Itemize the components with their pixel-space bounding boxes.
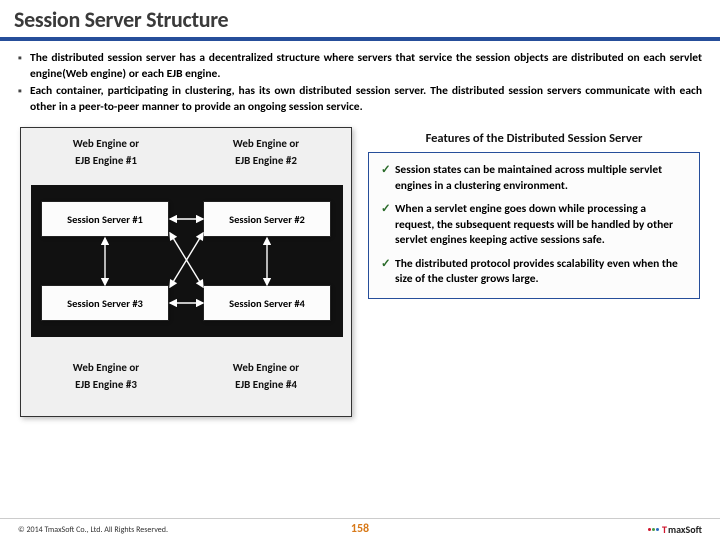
- feature-2-text: When a servlet engine goes down while pr…: [395, 202, 687, 249]
- page-title: Session Server Structure: [14, 6, 706, 33]
- check-icon: ✓: [381, 202, 395, 249]
- body-text: ▪ The distributed session server has a d…: [0, 41, 720, 123]
- diagram: Web Engine or EJB Engine #1 Web Engine o…: [20, 127, 352, 417]
- engine-label-2: Web Engine or EJB Engine #2: [194, 135, 338, 169]
- bullet-1: ▪ The distributed session server has a d…: [18, 51, 702, 82]
- engine-3-line2: EJB Engine #3: [34, 376, 178, 393]
- square-bullet-icon: ▪: [18, 84, 30, 115]
- engine-2-line1: Web Engine or: [194, 135, 338, 152]
- engine-1-line1: Web Engine or: [34, 135, 178, 152]
- bullet-2-text: Each container, participating in cluster…: [30, 84, 702, 115]
- features-box: ✓ Session states can be maintained acros…: [368, 152, 700, 299]
- session-server-4: Session Server #4: [203, 285, 331, 321]
- bullet-2: ▪ Each container, participating in clust…: [18, 84, 702, 115]
- logo-t: T: [662, 523, 667, 536]
- feature-3: ✓ The distributed protocol provides scal…: [381, 257, 687, 288]
- feature-2: ✓ When a servlet engine goes down while …: [381, 202, 687, 249]
- engine-2-line2: EJB Engine #2: [194, 152, 338, 169]
- feature-1: ✓ Session states can be maintained acros…: [381, 163, 687, 194]
- page-number: 158: [351, 522, 369, 536]
- check-icon: ✓: [381, 163, 395, 194]
- footer: © 2014 TmaxSoft Co., Ltd. All Rights Res…: [0, 518, 720, 540]
- logo-rest: maxSoft: [668, 523, 702, 536]
- feature-3-text: The distributed protocol provides scalab…: [395, 257, 687, 288]
- session-server-1: Session Server #1: [41, 201, 169, 237]
- session-server-2: Session Server #2: [203, 201, 331, 237]
- bullet-1-text: The distributed session server has a dec…: [30, 51, 702, 82]
- engine-label-4: Web Engine or EJB Engine #4: [194, 359, 338, 393]
- title-bar: Session Server Structure: [0, 0, 720, 37]
- engine-3-line1: Web Engine or: [34, 359, 178, 376]
- feature-1-text: Session states can be maintained across …: [395, 163, 687, 194]
- square-bullet-icon: ▪: [18, 51, 30, 82]
- engine-label-1: Web Engine or EJB Engine #1: [34, 135, 178, 169]
- engine-4-line1: Web Engine or: [194, 359, 338, 376]
- check-icon: ✓: [381, 257, 395, 288]
- content-row: Web Engine or EJB Engine #1 Web Engine o…: [0, 123, 720, 417]
- logo: TmaxSoft: [648, 523, 702, 536]
- features-panel: Features of the Distributed Session Serv…: [368, 127, 700, 417]
- session-server-3: Session Server #3: [41, 285, 169, 321]
- engine-1-line2: EJB Engine #1: [34, 152, 178, 169]
- engine-4-line2: EJB Engine #4: [194, 376, 338, 393]
- copyright: © 2014 TmaxSoft Co., Ltd. All Rights Res…: [18, 525, 168, 535]
- logo-dots-icon: [648, 528, 659, 531]
- engine-label-3: Web Engine or EJB Engine #3: [34, 359, 178, 393]
- features-title: Features of the Distributed Session Serv…: [368, 127, 700, 152]
